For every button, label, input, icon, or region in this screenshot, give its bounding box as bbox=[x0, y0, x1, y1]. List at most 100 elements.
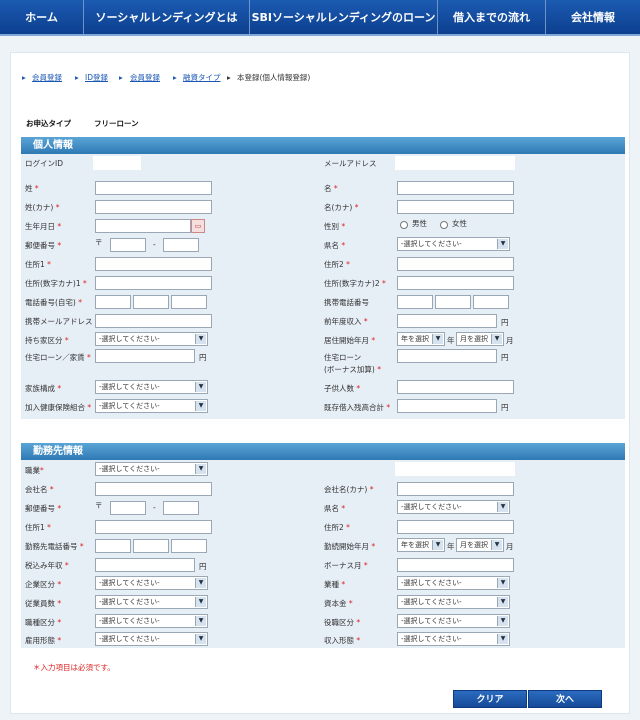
work-start-month-select[interactable]: 月を選択 ▼ bbox=[456, 538, 504, 552]
work-zip-mark: 〒 bbox=[95, 501, 103, 510]
work-addr1-input[interactable] bbox=[95, 520, 212, 534]
loan-rent-input[interactable] bbox=[95, 349, 195, 363]
chevron-down-icon: ▼ bbox=[195, 597, 206, 607]
calendar-icon[interactable]: ▭ bbox=[191, 219, 205, 233]
zip1-input[interactable] bbox=[110, 238, 146, 252]
year-unit: 年 bbox=[447, 336, 455, 345]
work-pref-select[interactable]: -選択してください- ▼ bbox=[397, 500, 510, 514]
addr1-label: 住所1 * bbox=[25, 260, 51, 269]
existing-debt-input[interactable] bbox=[397, 399, 497, 413]
mei-input[interactable] bbox=[397, 181, 514, 195]
family-select[interactable]: -選択してください- ▼ bbox=[95, 380, 208, 394]
addr2-kana-label: 住所(数字カナ)2 * bbox=[324, 279, 386, 288]
clear-button[interactable]: クリア bbox=[453, 690, 527, 708]
family-label: 家族構成 * bbox=[25, 384, 62, 393]
work-start-year-select[interactable]: 年を選択 ▼ bbox=[397, 538, 445, 552]
bonus-month-input[interactable] bbox=[397, 558, 514, 572]
nav-company[interactable]: 会社情報 bbox=[546, 0, 640, 34]
sei-input[interactable] bbox=[95, 181, 212, 195]
work-zip1-input[interactable] bbox=[110, 501, 146, 515]
mei-kana-input[interactable] bbox=[397, 200, 514, 214]
mobile-tel3-input[interactable] bbox=[473, 295, 509, 309]
login-id-label: ログインID bbox=[25, 159, 63, 168]
industry-select[interactable]: -選択してください- ▼ bbox=[397, 576, 510, 590]
zip-mark: 〒 bbox=[95, 238, 103, 247]
company-input[interactable] bbox=[95, 482, 212, 496]
addr1-input[interactable] bbox=[95, 257, 212, 271]
loan-type-label: お申込タイプ bbox=[26, 119, 71, 128]
position-label: 役職区分 * bbox=[324, 618, 361, 627]
move-year-select[interactable]: 年を選択 ▼ bbox=[397, 332, 445, 346]
work-pref-label: 県名 * bbox=[324, 504, 346, 513]
income-form-select[interactable]: -選択してください- ▼ bbox=[397, 632, 510, 646]
company-kana-input[interactable] bbox=[397, 482, 514, 496]
tax-income-label: 税込み年収 * bbox=[25, 561, 69, 570]
addr2-input[interactable] bbox=[397, 257, 514, 271]
home-tel3-input[interactable] bbox=[171, 295, 207, 309]
addr2-label: 住所2 * bbox=[324, 260, 350, 269]
breadcrumb-link[interactable]: 融資タイプ bbox=[183, 73, 221, 82]
work-tel2-input[interactable] bbox=[133, 539, 169, 553]
gender-male-label: 男性 bbox=[412, 219, 427, 228]
sei-kana-label: 姓(カナ) * bbox=[25, 203, 60, 212]
job-type-select[interactable]: -選択してください- ▼ bbox=[95, 614, 208, 628]
chevron-down-icon: ▼ bbox=[497, 239, 508, 249]
work-addr2-input[interactable] bbox=[397, 520, 514, 534]
home-tel2-input[interactable] bbox=[133, 295, 169, 309]
gender-female-label: 女性 bbox=[452, 219, 467, 228]
home-tel1-input[interactable] bbox=[95, 295, 131, 309]
work-section-title: 勤務先情報 bbox=[21, 443, 625, 460]
chevron-down-icon: ▼ bbox=[491, 540, 502, 550]
prev-income-label: 前年度収入 * bbox=[324, 317, 368, 326]
loan-rent-unit: 円 bbox=[199, 353, 207, 362]
employees-select[interactable]: -選択してください- ▼ bbox=[95, 595, 208, 609]
birth-input[interactable] bbox=[95, 219, 191, 233]
employment-select[interactable]: -選択してください- ▼ bbox=[95, 632, 208, 646]
work-tel1-input[interactable] bbox=[95, 539, 131, 553]
company-type-select[interactable]: -選択してください- ▼ bbox=[95, 576, 208, 590]
capital-select[interactable]: -選択してください- ▼ bbox=[397, 595, 510, 609]
mobile-mail-input[interactable] bbox=[95, 314, 212, 328]
work-month-unit: 月 bbox=[506, 542, 514, 551]
house-loan-input[interactable] bbox=[397, 349, 497, 363]
pref-select[interactable]: -選択してください- ▼ bbox=[397, 237, 510, 251]
breadcrumb-link[interactable]: 会員登録 bbox=[130, 73, 160, 82]
capital-label: 資本金 * bbox=[324, 599, 353, 608]
prev-income-unit: 円 bbox=[501, 318, 509, 327]
nav-sbi-loan[interactable]: SBIソーシャルレンディングのローン bbox=[250, 0, 438, 34]
insurance-label: 加入健康保険組合 * bbox=[25, 403, 92, 412]
chevron-down-icon: ▼ bbox=[497, 578, 508, 588]
addr1-kana-input[interactable] bbox=[95, 276, 212, 290]
own-house-select[interactable]: -選択してください- ▼ bbox=[95, 332, 208, 346]
mobile-tel1-input[interactable] bbox=[397, 295, 433, 309]
house-loan-unit: 円 bbox=[501, 353, 509, 362]
children-input[interactable] bbox=[397, 380, 514, 394]
gender-female-radio[interactable] bbox=[440, 221, 448, 229]
mei-label: 名 * bbox=[324, 184, 338, 193]
work-zip2-input[interactable] bbox=[163, 501, 199, 515]
mobile-tel2-input[interactable] bbox=[435, 295, 471, 309]
gender-male-radio[interactable] bbox=[400, 221, 408, 229]
work-tel3-input[interactable] bbox=[171, 539, 207, 553]
industry-label: 業種 * bbox=[324, 580, 346, 589]
prev-income-input[interactable] bbox=[397, 314, 497, 328]
breadcrumb-link[interactable]: 会員登録 bbox=[32, 73, 62, 82]
insurance-select[interactable]: -選択してください- ▼ bbox=[95, 399, 208, 413]
nav-about-social-lending[interactable]: ソーシャルレンディングとは bbox=[84, 0, 250, 34]
chevron-down-icon: ▼ bbox=[195, 578, 206, 588]
chevron-down-icon: ▼ bbox=[497, 634, 508, 644]
nav-home[interactable]: ホーム bbox=[0, 0, 84, 34]
breadcrumb-arrow-icon: ▸ bbox=[75, 73, 79, 82]
move-month-select[interactable]: 月を選択 ▼ bbox=[456, 332, 504, 346]
job-select[interactable]: -選択してください- ▼ bbox=[95, 462, 208, 476]
sei-kana-input[interactable] bbox=[95, 200, 212, 214]
next-button[interactable]: 次へ bbox=[528, 690, 602, 708]
sei-label: 姓 * bbox=[25, 184, 39, 193]
work-tel-label: 勤務先電話番号 * bbox=[25, 542, 84, 551]
tax-income-input[interactable] bbox=[95, 558, 195, 572]
addr2-kana-input[interactable] bbox=[397, 276, 514, 290]
breadcrumb-link[interactable]: ID登録 bbox=[85, 73, 108, 82]
zip2-input[interactable] bbox=[163, 238, 199, 252]
position-select[interactable]: -選択してください- ▼ bbox=[397, 614, 510, 628]
nav-borrow-flow[interactable]: 借入までの流れ bbox=[438, 0, 546, 34]
